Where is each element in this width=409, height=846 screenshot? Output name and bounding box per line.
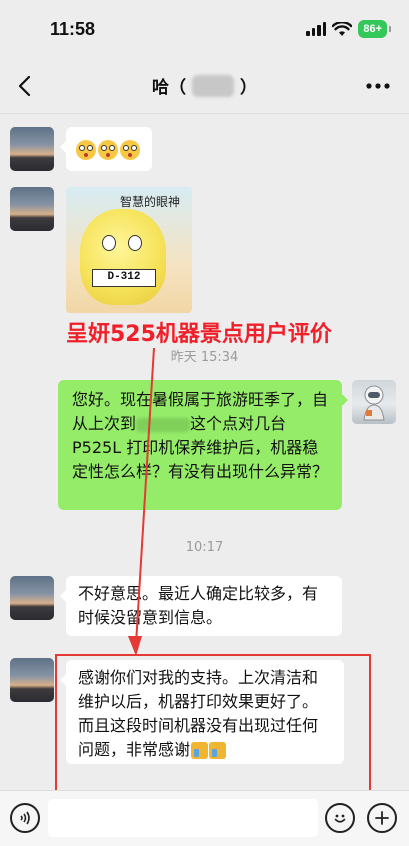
emoji-button[interactable] xyxy=(325,803,355,833)
annotation-caption: 呈妍525机器景点用户评价 xyxy=(66,322,332,347)
sticker-caption: 智慧的眼神 xyxy=(120,195,181,209)
contact-avatar[interactable] xyxy=(10,658,54,702)
contact-avatar[interactable] xyxy=(10,187,54,231)
chat-message-list[interactable]: D-312 智慧的眼神 呈妍525机器景点用户评价 昨天 15:34 您好。现在… xyxy=(0,114,409,804)
status-bar: 11:58 86+ xyxy=(0,0,409,58)
thumbs-up-emoji xyxy=(209,742,227,759)
my-avatar[interactable] xyxy=(352,380,396,424)
message-text: 不好意思。最近人确定比较多，有时候没留意到信息。 xyxy=(78,584,319,627)
contact-avatar[interactable] xyxy=(10,576,54,620)
message-timestamp: 10:17 xyxy=(185,540,224,555)
chat-title-text: 哈（ xyxy=(152,78,186,98)
sticker-label: D-312 xyxy=(92,269,156,287)
plus-icon xyxy=(375,811,389,825)
message-bubble-sent[interactable]: 您好。现在暑假属于旅游旺季了，自从上次到 这个点对几台 P525L 打印机保养维护… xyxy=(58,380,348,510)
voice-input-button[interactable] xyxy=(10,803,40,833)
thumbs-up-emoji xyxy=(191,742,209,759)
message-bubble-emoji[interactable] xyxy=(60,127,152,171)
dizzy-face-emoji xyxy=(120,139,140,160)
status-icons: 86+ xyxy=(306,20,391,38)
dizzy-face-emoji xyxy=(98,139,118,160)
input-bar xyxy=(0,790,409,846)
chat-header: 哈（ ） xyxy=(0,58,409,114)
dizzy-face-emoji xyxy=(76,139,96,160)
voice-wave-icon xyxy=(20,811,30,825)
status-time: 11:58 xyxy=(50,18,96,39)
chat-title: 哈（ ） xyxy=(152,73,257,98)
sticker-message[interactable]: D-312 智慧的眼神 xyxy=(66,187,192,313)
blurred-contact-name xyxy=(192,74,234,97)
back-arrow-icon[interactable] xyxy=(14,72,38,100)
sticker-character: D-312 xyxy=(80,209,166,305)
smiley-icon xyxy=(334,814,346,823)
blurred-location xyxy=(136,417,191,432)
chat-title-close: ） xyxy=(240,78,257,98)
message-timestamp: 昨天 15:34 xyxy=(170,350,239,365)
battery-indicator: 86+ xyxy=(358,20,391,38)
more-options-icon[interactable] xyxy=(365,76,391,96)
astronaut-avatar-image xyxy=(363,385,385,421)
message-text-input[interactable] xyxy=(48,799,318,837)
wifi-icon xyxy=(332,21,353,36)
cellular-signal-icon xyxy=(306,22,327,36)
more-actions-button[interactable] xyxy=(367,803,397,833)
message-bubble-received[interactable]: 感谢你们对我的支持。上次清洁和维护以后，机器打印效果更好了。而且这段时间机器没有… xyxy=(60,660,344,764)
message-bubble-received[interactable]: 不好意思。最近人确定比较多，有时候没留意到信息。 xyxy=(60,576,342,636)
contact-avatar[interactable] xyxy=(10,127,54,171)
